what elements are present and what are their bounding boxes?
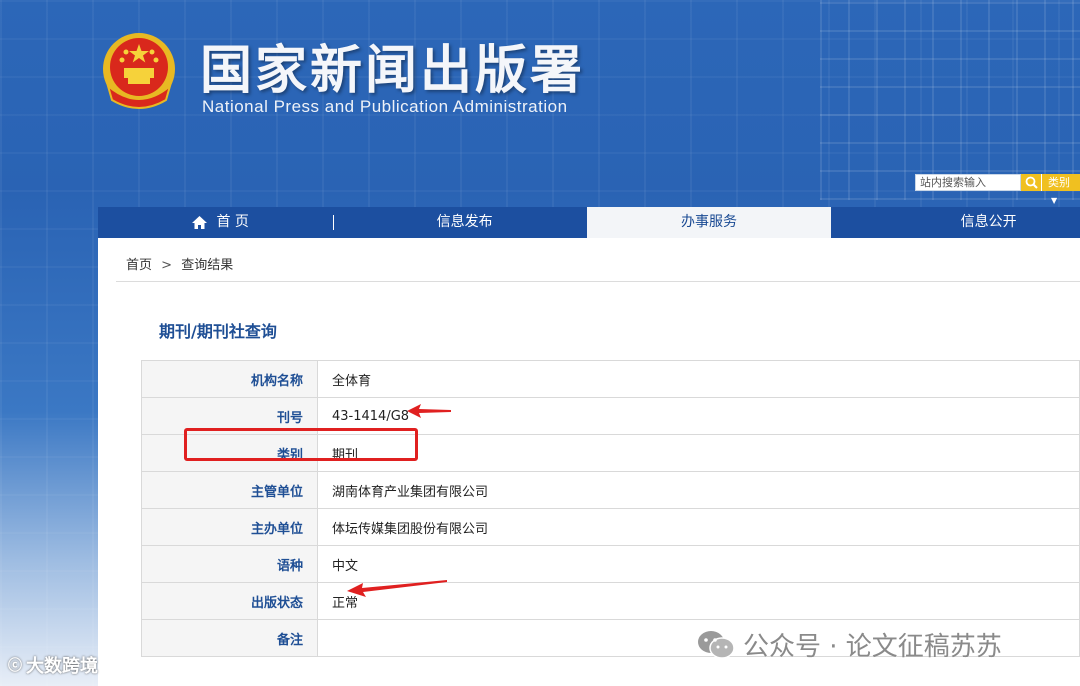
row-label: 语种 <box>141 545 318 583</box>
table-row: 语种 中文 <box>141 545 1080 583</box>
table-row: 主办单位 体坛传媒集团股份有限公司 <box>141 508 1080 546</box>
row-label: 机构名称 <box>141 360 318 398</box>
annotation-arrow-icon <box>407 404 451 418</box>
breadcrumb: 首页 > 查询结果 <box>126 254 233 273</box>
search-icon <box>1025 176 1038 189</box>
banner-grid-pattern <box>820 0 1080 200</box>
main-nav: 首 页 信息发布 办事服务 信息公开 <box>98 207 1080 238</box>
row-value: 全体育 <box>317 360 1080 398</box>
search-input[interactable]: 站内搜索输入 <box>915 174 1021 191</box>
search-category-dropdown[interactable]: 类别 ▼ <box>1041 174 1080 205</box>
row-value: 期刊 <box>317 434 1080 472</box>
corner-watermark-text: 大数跨境 <box>26 656 98 677</box>
home-icon <box>192 216 208 229</box>
nav-divider <box>333 215 335 230</box>
divider <box>116 281 1080 282</box>
site-search: 站内搜索输入 类别 ▼ <box>915 174 1080 205</box>
site-title-english: National Press and Publication Administr… <box>202 97 568 116</box>
wechat-watermark: 公众号 · 论文征稿苏苏 <box>697 626 1002 663</box>
nav-item-info-release[interactable]: 信息发布 <box>342 207 586 238</box>
national-emblem-icon <box>103 33 175 109</box>
wechat-watermark-text: 公众号 · 论文征稿苏苏 <box>743 632 1002 662</box>
nav-item-label: 信息公开 <box>960 214 1017 230</box>
row-label: 备注 <box>141 619 318 657</box>
nav-item-label: 首 页 <box>216 214 249 230</box>
nav-item-label: 信息发布 <box>436 214 493 230</box>
table-row: 出版状态 正常 <box>141 582 1080 620</box>
table-row: 主管单位 湖南体育产业集团有限公司 <box>141 471 1080 509</box>
search-button[interactable] <box>1021 174 1041 191</box>
breadcrumb-home-link[interactable]: 首页 <box>126 258 152 273</box>
row-value: 湖南体育产业集团有限公司 <box>317 471 1080 509</box>
site-title-chinese: 国家新闻出版署 <box>200 41 586 101</box>
row-label: 主管单位 <box>141 471 318 509</box>
row-value: 中文 <box>317 545 1080 583</box>
wechat-icon <box>698 630 735 659</box>
corner-watermark: ⓒ 大数跨境 <box>8 652 98 678</box>
section-title: 期刊/期刊社查询 <box>159 322 277 341</box>
breadcrumb-separator: > <box>161 258 173 273</box>
search-category-label: 类别 <box>1048 176 1070 189</box>
journal-info-table: 机构名称 全体育 刊号 43-1414/G8 类别 期刊 主管单位 湖南体育产业… <box>141 360 1080 657</box>
row-label: 出版状态 <box>141 582 318 620</box>
logo-icon: ⓒ <box>8 658 22 674</box>
nav-item-home[interactable]: 首 页 <box>98 207 342 238</box>
row-value: 体坛传媒集团股份有限公司 <box>317 508 1080 546</box>
highlight-box-category <box>184 428 418 461</box>
row-label: 主办单位 <box>141 508 318 546</box>
nav-item-info-disclosure[interactable]: 信息公开 <box>831 207 1080 238</box>
table-row: 机构名称 全体育 <box>141 360 1080 398</box>
breadcrumb-current: 查询结果 <box>181 258 234 273</box>
content-panel: 首页 > 查询结果 期刊/期刊社查询 机构名称 全体育 刊号 43-1414/G… <box>98 238 1080 686</box>
annotation-arrow-icon <box>347 580 447 597</box>
nav-item-services[interactable]: 办事服务 <box>586 207 832 238</box>
chevron-down-icon: ▼ <box>1051 196 1058 205</box>
nav-item-label: 办事服务 <box>680 214 737 230</box>
